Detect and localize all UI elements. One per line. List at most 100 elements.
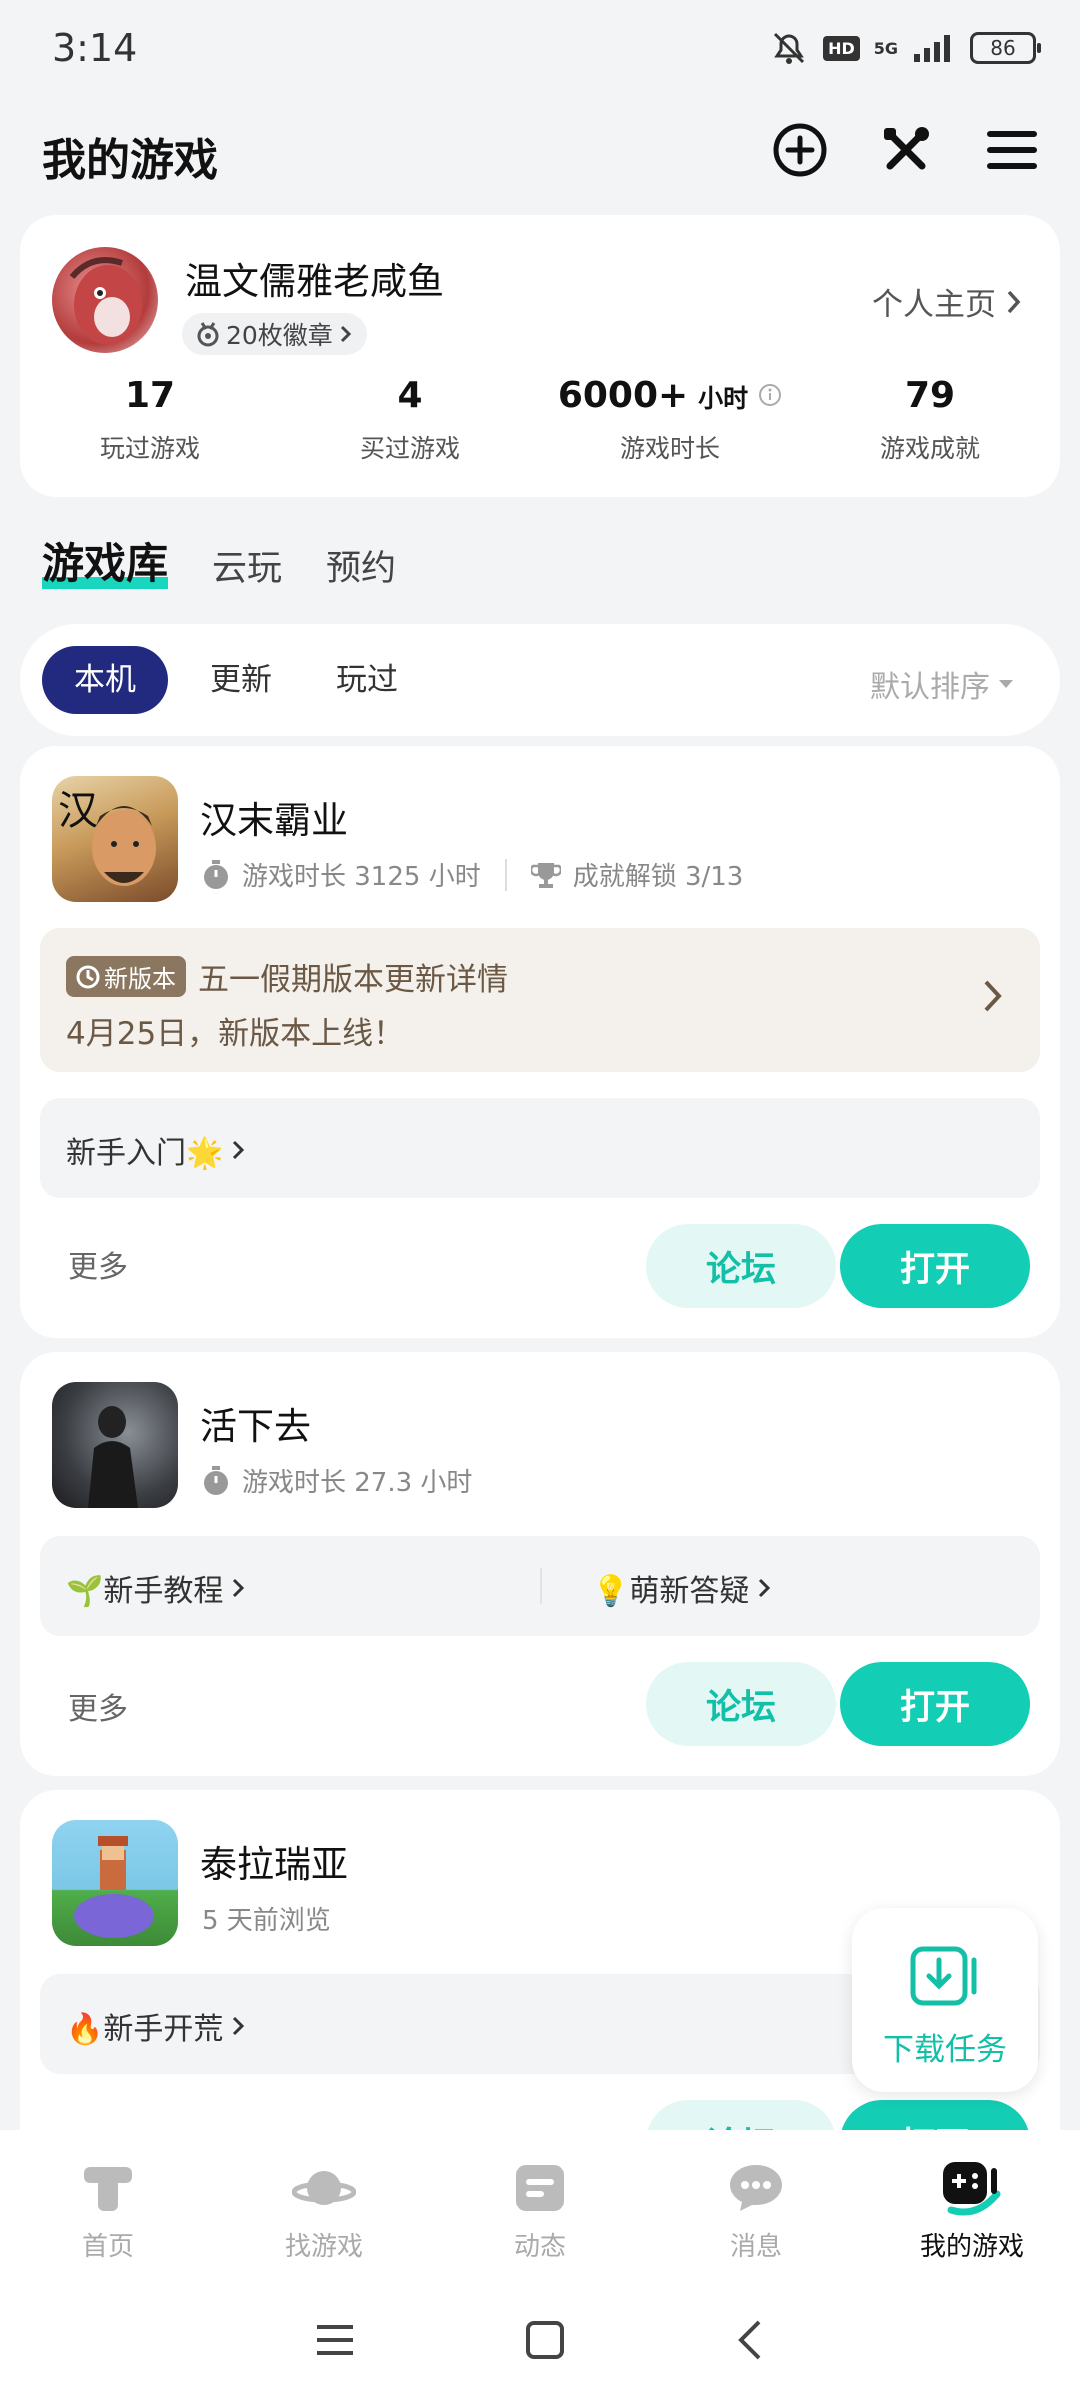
- game-meta: 5 天前浏览: [202, 1900, 331, 1937]
- tools-icon: [884, 127, 929, 170]
- profile-stats: 17 玩过游戏 4 买过游戏 6000+ 小时 游戏时长 79 游戏成就: [20, 375, 1060, 465]
- nav-label: 动态: [513, 2232, 566, 2262]
- status-icons: HD 5G 86: [769, 30, 1041, 66]
- more-link[interactable]: 更多: [68, 1242, 128, 1286]
- game-icon[interactable]: [52, 1820, 178, 1946]
- battery-level: 86: [990, 36, 1016, 60]
- homepage-link[interactable]: 个人主页: [872, 279, 1022, 324]
- chevron-right-icon: [1007, 290, 1021, 313]
- badges-pill[interactable]: 20枚徽章: [182, 313, 367, 355]
- download-tasks-button[interactable]: 下载任务: [852, 1908, 1038, 2092]
- game-icon[interactable]: 汉: [52, 776, 178, 902]
- nav-my-games[interactable]: 我的游戏: [864, 2130, 1080, 2280]
- playtime-text: 游戏时长 3125 小时: [242, 862, 481, 892]
- open-button[interactable]: 打开: [840, 1224, 1030, 1308]
- stat-value: 79: [904, 375, 956, 416]
- game-meta: 游戏时长 3125 小时 成就解锁 3/13: [202, 856, 743, 893]
- stat-unit: 小时: [698, 384, 749, 413]
- update-subtitle: 4月25日，新版本上线！: [66, 1016, 405, 1052]
- system-nav-bar: [0, 2280, 1080, 2400]
- update-banner[interactable]: 新版本 五一假期版本更新详情 4月25日，新版本上线！: [40, 928, 1040, 1072]
- stat-label: 买过游戏: [359, 434, 460, 463]
- stat-played[interactable]: 17 玩过游戏: [20, 375, 280, 465]
- plus-circle-icon: [773, 123, 827, 177]
- guide-label: 🔥新手开荒: [66, 2012, 224, 2047]
- forum-button[interactable]: 论坛: [646, 1224, 836, 1308]
- guide-link[interactable]: 💡萌新答疑: [592, 1566, 771, 1610]
- more-link[interactable]: 更多: [68, 1684, 128, 1728]
- game-name[interactable]: 活下去: [200, 1396, 311, 1450]
- tab-library[interactable]: 游戏库: [42, 530, 169, 591]
- tab-reserve[interactable]: 预约: [326, 540, 396, 591]
- chevron-right-icon: [984, 980, 1002, 1012]
- guide-link[interactable]: 🌱新手教程: [66, 1566, 245, 1610]
- game-card: 活下去 游戏时长 27.3 小时 🌱新手教程 💡萌新答疑 更多 论坛 打开: [20, 1352, 1060, 1776]
- nav-home[interactable]: 首页: [0, 2130, 216, 2280]
- gamepad-icon: [943, 2162, 1001, 2216]
- stat-achievements[interactable]: 79 游戏成就: [800, 375, 1060, 465]
- fish-avatar-icon: [69, 257, 142, 345]
- add-game-button[interactable]: [772, 122, 828, 178]
- achievement-text: 成就解锁 3/13: [572, 862, 744, 892]
- filter-played[interactable]: 玩过: [304, 646, 430, 714]
- nav-feed[interactable]: 动态: [432, 2130, 648, 2280]
- guide-link[interactable]: 🔥新手开荒: [66, 2004, 245, 2048]
- trophy-icon: [530, 862, 561, 888]
- caret-down-icon: [999, 680, 1013, 688]
- menu-button[interactable]: [984, 122, 1040, 178]
- stat-value: 6000+: [557, 375, 689, 416]
- chevron-right-icon: [233, 1578, 245, 1598]
- menu-icon: [987, 131, 1037, 169]
- tab-cloud[interactable]: 云玩: [212, 540, 282, 591]
- nav-label: 找游戏: [284, 2232, 363, 2262]
- nav-label: 首页: [81, 2232, 134, 2262]
- guide-link[interactable]: 新手入门🌟: [66, 1128, 245, 1172]
- game-icon[interactable]: [52, 1382, 178, 1508]
- nav-discover[interactable]: 找游戏: [216, 2130, 432, 2280]
- guide-label: 新手入门🌟: [66, 1136, 224, 1171]
- nav-messages[interactable]: 消息: [648, 2130, 864, 2280]
- game-name[interactable]: 泰拉瑞亚: [200, 1834, 348, 1888]
- home-square-icon[interactable]: [525, 2320, 565, 2360]
- update-title-row: 新版本 五一假期版本更新详情: [66, 954, 508, 999]
- mute-icon: [774, 32, 805, 64]
- info-icon[interactable]: [758, 383, 782, 407]
- sort-label: 默认排序: [870, 670, 990, 705]
- medal-icon: [197, 322, 219, 347]
- new-version-label: 新版本: [104, 965, 176, 993]
- badges-label: 20枚徽章: [226, 321, 333, 350]
- divider: [504, 858, 507, 891]
- recents-icon[interactable]: [315, 2323, 355, 2357]
- sort-dropdown[interactable]: 默认排序: [870, 662, 1014, 706]
- forum-button[interactable]: 论坛: [646, 1662, 836, 1746]
- stopwatch-icon: [204, 1465, 228, 1495]
- new-version-badge: 新版本: [66, 956, 186, 997]
- refresh-icon: [76, 965, 100, 988]
- recent-text: 5 天前浏览: [202, 1906, 331, 1936]
- open-button[interactable]: 打开: [840, 1662, 1030, 1746]
- download-icon: [910, 1946, 977, 2006]
- back-icon[interactable]: [735, 2319, 765, 2361]
- home-icon: [84, 2167, 132, 2211]
- tools-button[interactable]: [878, 122, 934, 178]
- filter-local[interactable]: 本机: [42, 646, 168, 714]
- chevron-right-icon: [759, 1578, 771, 1598]
- stat-bought[interactable]: 4 买过游戏: [280, 375, 540, 465]
- profile-card: 温文儒雅老咸鱼 20枚徽章 个人主页 17 玩过游戏 4 买过游戏 6000+ …: [20, 215, 1060, 497]
- avatar[interactable]: [52, 247, 158, 353]
- chevron-right-icon: [233, 2016, 245, 2036]
- update-title: 五一假期版本更新详情: [198, 962, 508, 998]
- stat-label: 游戏时长: [619, 434, 720, 463]
- game-name[interactable]: 汉末霸业: [200, 790, 348, 844]
- filter-updates[interactable]: 更新: [178, 646, 304, 714]
- stat-playtime[interactable]: 6000+ 小时 游戏时长: [540, 375, 800, 465]
- planet-icon: [292, 2171, 356, 2205]
- game-card: 汉 汉末霸业 游戏时长 3125 小时 成就解锁 3/13 新版本 五一假期版本…: [20, 746, 1060, 1338]
- survivor-figure-icon: [88, 1406, 138, 1508]
- network-label: 5G: [873, 38, 898, 58]
- feed-icon: [516, 2165, 564, 2211]
- username: 温文儒雅老咸鱼: [185, 260, 444, 303]
- stat-value: 17: [124, 375, 176, 416]
- warrior-portrait-icon: [92, 806, 156, 886]
- stopwatch-icon: [204, 859, 228, 889]
